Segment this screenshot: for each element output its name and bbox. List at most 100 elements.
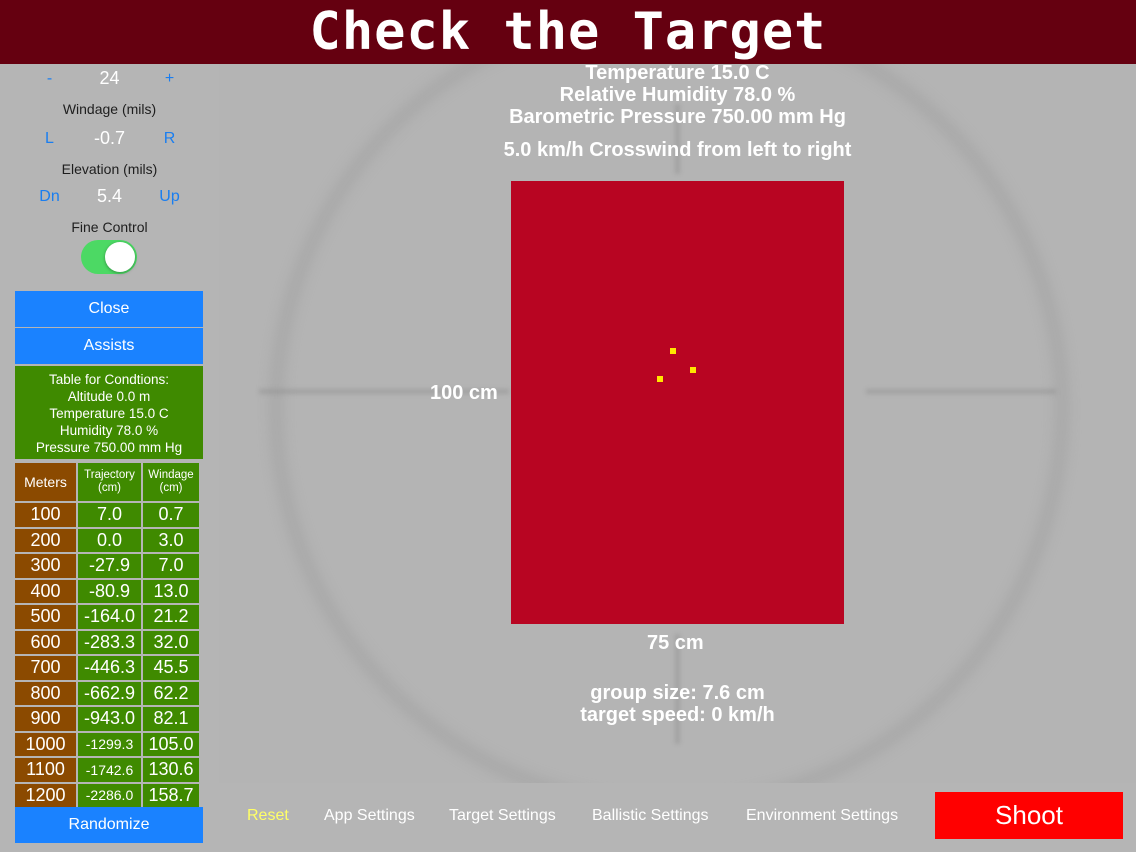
conditions-heading: Table for Condtions: xyxy=(48,372,170,387)
conditions-altitude: Altitude 0.0 m xyxy=(67,389,151,404)
group-size-text: group size: 7.6 cm xyxy=(590,682,765,704)
table-row: 1200 -2286.0 158.7 xyxy=(15,783,199,807)
cell-meters: 100 xyxy=(15,503,76,527)
shoot-button[interactable]: Shoot xyxy=(935,792,1123,839)
range-decrement-button[interactable]: - xyxy=(25,70,75,88)
cell-meters: 1200 xyxy=(15,783,76,807)
cell-trajectory: 0.0 xyxy=(78,528,141,552)
cell-trajectory: 7.0 xyxy=(78,503,141,527)
table-row: 800 -662.9 62.2 xyxy=(15,681,199,705)
cell-meters: 400 xyxy=(15,579,76,603)
elevation-label: Elevation (mils) xyxy=(61,161,158,177)
windage-right-button[interactable]: R xyxy=(145,130,195,148)
conditions-panel: Table for Condtions: Altitude 0.0 m Temp… xyxy=(15,366,203,459)
reset-button[interactable]: Reset xyxy=(247,807,289,825)
conditions-pressure: Pressure 750.00 mm Hg xyxy=(35,440,183,455)
table-row: 400 -80.9 13.0 xyxy=(15,579,199,603)
cell-windage: 0.7 xyxy=(142,503,199,527)
toggle-knob xyxy=(105,242,135,272)
cell-trajectory: -2286.0 xyxy=(78,783,141,807)
cell-windage: 62.2 xyxy=(142,681,199,705)
cell-trajectory: -1742.6 xyxy=(78,758,141,782)
windage-value: -0.7 xyxy=(93,128,126,148)
header-windage: Windage (cm) xyxy=(142,463,199,501)
randomize-button[interactable]: Randomize xyxy=(15,807,203,843)
cell-meters: 800 xyxy=(15,681,76,705)
cell-windage: 13.0 xyxy=(142,579,199,603)
header-trajectory-text: Trajectory (cm) xyxy=(84,469,135,494)
table-row: 500 -164.0 21.2 xyxy=(15,605,199,629)
cell-trajectory: -446.3 xyxy=(78,656,141,680)
cell-windage: 32.0 xyxy=(142,630,199,654)
title-bar: Check the Target xyxy=(0,0,1136,64)
ballistic-settings-button[interactable]: Ballistic Settings xyxy=(592,807,709,825)
cell-windage: 130.6 xyxy=(142,758,199,782)
close-button[interactable]: Close xyxy=(15,291,203,327)
range-value: 24 xyxy=(99,68,120,88)
table-row: 1100 -1742.6 130.6 xyxy=(15,758,199,782)
target-settings-button[interactable]: Target Settings xyxy=(449,807,556,825)
cell-trajectory: -27.9 xyxy=(78,554,141,578)
page-title: Check the Target xyxy=(309,2,827,62)
windage-left-button[interactable]: L xyxy=(25,130,75,148)
shot-hole xyxy=(657,376,663,382)
cell-trajectory: -943.0 xyxy=(78,707,141,731)
cell-meters: 900 xyxy=(15,707,76,731)
cell-windage: 7.0 xyxy=(142,554,199,578)
table-row: 700 -446.3 45.5 xyxy=(15,656,199,680)
bottom-toolbar: Reset App Settings Target Settings Balli… xyxy=(219,783,1136,852)
pressure-text: Barometric Pressure 750.00 mm Hg xyxy=(509,106,846,128)
cell-trajectory: -80.9 xyxy=(78,579,141,603)
app-settings-button[interactable]: App Settings xyxy=(324,807,415,825)
environment-settings-button[interactable]: Environment Settings xyxy=(746,807,898,825)
shot-hole xyxy=(670,348,676,354)
ballistics-table: Meters Trajectory (cm) Windage (cm) 100 7.0… xyxy=(13,461,201,809)
cell-trajectory: -283.3 xyxy=(78,630,141,654)
table-header-row: Meters Trajectory (cm) Windage (cm) xyxy=(15,463,199,501)
reticle-right xyxy=(866,389,1056,394)
table-row: 1000 -1299.3 105.0 xyxy=(15,732,199,756)
table-row: 300 -27.9 7.0 xyxy=(15,554,199,578)
target-speed-text: target speed: 0 km/h xyxy=(580,704,775,726)
header-windage-text: Windage (cm) xyxy=(148,469,194,494)
table-row: 100 7.0 0.7 xyxy=(15,503,199,527)
cell-meters: 600 xyxy=(15,630,76,654)
conditions-humidity: Humidity 78.0 % xyxy=(59,423,159,438)
elevation-stepper: Dn 5.4 Up xyxy=(0,186,219,207)
control-panel: - 24 + Windage (mils) L -0.7 R Elevation… xyxy=(0,64,219,852)
cell-meters: 500 xyxy=(15,605,76,629)
cell-meters: 1000 xyxy=(15,732,76,756)
scope-view: Temperature 15.0 C Relative Humidity 78.… xyxy=(219,64,1136,783)
elevation-up-button[interactable]: Up xyxy=(145,188,195,206)
cell-trajectory: -1299.3 xyxy=(78,732,141,756)
cell-trajectory: -662.9 xyxy=(78,681,141,705)
cell-meters: 1100 xyxy=(15,758,76,782)
table-row: 600 -283.3 32.0 xyxy=(15,630,199,654)
header-trajectory: Trajectory (cm) xyxy=(78,463,141,501)
table-row: 200 0.0 3.0 xyxy=(15,528,199,552)
header-meters: Meters xyxy=(15,463,76,501)
elevation-down-button[interactable]: Dn xyxy=(25,188,75,206)
table-row: 900 -943.0 82.1 xyxy=(15,707,199,731)
cell-meters: 200 xyxy=(15,528,76,552)
elevation-value: 5.4 xyxy=(96,186,123,206)
windage-label: Windage (mils) xyxy=(62,101,157,117)
cell-windage: 105.0 xyxy=(142,732,199,756)
cell-meters: 300 xyxy=(15,554,76,578)
range-increment-button[interactable]: + xyxy=(145,70,195,88)
humidity-text: Relative Humidity 78.0 % xyxy=(559,84,796,106)
cell-windage: 21.2 xyxy=(142,605,199,629)
target-width-label: 75 cm xyxy=(647,632,704,654)
temperature-text: Temperature 15.0 C xyxy=(585,64,770,84)
shot-hole xyxy=(690,367,696,373)
fine-control-toggle[interactable] xyxy=(81,240,137,274)
app-root: Check the Target - 24 + Windage (mils) L… xyxy=(0,0,1136,852)
target[interactable] xyxy=(511,181,844,624)
conditions-temperature: Temperature 15.0 C xyxy=(49,406,169,421)
table-body: 100 7.0 0.7 200 0.0 3.0 300 -27.9 7.0 400 -80.9 13.… xyxy=(15,503,199,807)
target-height-label: 100 cm xyxy=(430,382,498,404)
wind-text: 5.0 km/h Crosswind from left to right xyxy=(503,139,852,161)
cell-windage: 82.1 xyxy=(142,707,199,731)
assists-button[interactable]: Assists xyxy=(15,328,203,364)
cell-meters: 700 xyxy=(15,656,76,680)
